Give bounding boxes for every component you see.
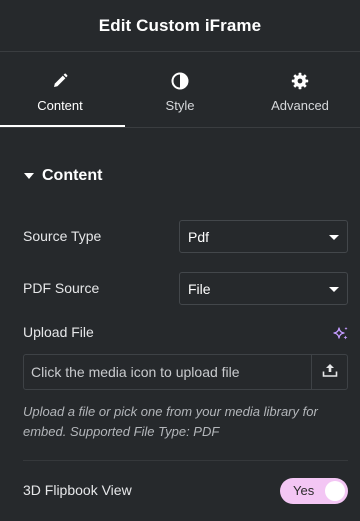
pencil-icon: [50, 71, 70, 91]
tabs-divider: [0, 127, 360, 128]
chevron-down-icon: [329, 287, 339, 292]
pdf-source-label: PDF Source: [23, 280, 100, 296]
panel-header: Edit Custom iFrame: [0, 0, 360, 51]
content-section-toggle[interactable]: Content: [24, 166, 102, 186]
gear-icon: [290, 71, 310, 91]
upload-help-text: Upload a file or pick one from your medi…: [23, 404, 318, 439]
ai-sparkle-icon[interactable]: [332, 325, 350, 343]
contrast-icon: [170, 71, 190, 91]
upload-file-control: [23, 354, 348, 390]
tab-style-label: Style: [165, 98, 195, 113]
flipbook-label: 3D Flipbook View: [23, 482, 132, 498]
pdf-source-select[interactable]: File: [179, 272, 348, 305]
field-divider: [23, 460, 348, 461]
panel-title: Edit Custom iFrame: [98, 15, 262, 35]
pdf-source-value: File: [188, 280, 211, 297]
upload-media-button[interactable]: [311, 355, 347, 389]
section-title: Content: [42, 167, 103, 184]
source-type-label: Source Type: [23, 228, 102, 244]
upload-file-label: Upload File: [23, 324, 94, 340]
tab-advanced[interactable]: Advanced: [240, 52, 360, 128]
flipbook-toggle[interactable]: Yes: [280, 478, 348, 504]
toggle-state-text: Yes: [293, 483, 315, 498]
tab-content-label: Content: [37, 98, 83, 113]
upload-file-input[interactable]: [24, 355, 311, 389]
toggle-knob: [325, 481, 345, 501]
source-type-select[interactable]: Pdf: [179, 220, 348, 253]
chevron-down-icon: [329, 235, 339, 240]
caret-down-icon: [24, 173, 34, 179]
upload-icon: [322, 362, 338, 383]
source-type-value: Pdf: [188, 228, 210, 245]
tab-content[interactable]: Content: [0, 52, 125, 128]
tab-style[interactable]: Style: [120, 52, 240, 128]
tab-advanced-label: Advanced: [271, 98, 329, 113]
tab-bar: Content Style Advanced: [0, 52, 360, 128]
